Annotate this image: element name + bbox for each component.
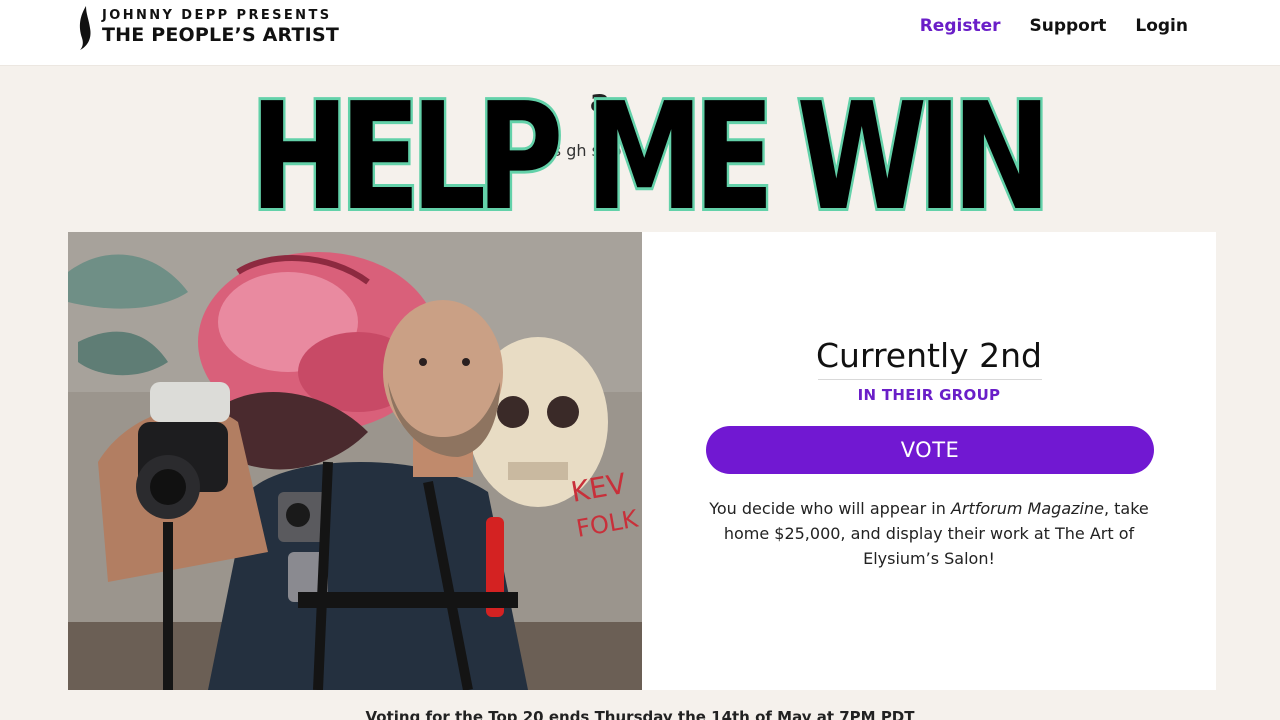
logo-presenter: JOHNNY DEPP PRESENTS: [102, 8, 332, 23]
nav-register-link[interactable]: Register: [920, 16, 1001, 36]
help-me-win-overlay: HELP ME WIN: [248, 69, 1054, 245]
desc-magazine-name: Artforum Magazine: [950, 499, 1104, 518]
prize-description: You decide who will appear in Artforum M…: [694, 496, 1164, 571]
flame-logo-icon: [79, 6, 91, 50]
current-rank: Currently 2nd: [816, 336, 1042, 375]
rank-divider: [818, 379, 1042, 380]
nav-support-link[interactable]: Support: [1030, 16, 1107, 36]
site-header: JOHNNY DEPP PRESENTS THE PEOPLE’S ARTIST…: [0, 0, 1280, 66]
nav-login-link[interactable]: Login: [1135, 16, 1188, 36]
main-nav: Register Support Login: [920, 16, 1188, 36]
site-logo[interactable]: JOHNNY DEPP PRESENTS THE PEOPLE’S ARTIST: [76, 4, 339, 50]
vote-card: Currently 2nd IN THEIR GROUP VOTE You de…: [642, 232, 1216, 690]
artist-photo: KEV FOLK: [68, 232, 642, 690]
desc-text-1: You decide who will appear in: [709, 499, 951, 518]
voting-deadline-text: Voting for the Top 20 ends Thursday the …: [365, 708, 915, 720]
logo-title: THE PEOPLE’S ARTIST: [102, 24, 339, 46]
rank-group-label: IN THEIR GROUP: [857, 386, 1001, 404]
vote-button[interactable]: VOTE: [706, 426, 1154, 474]
